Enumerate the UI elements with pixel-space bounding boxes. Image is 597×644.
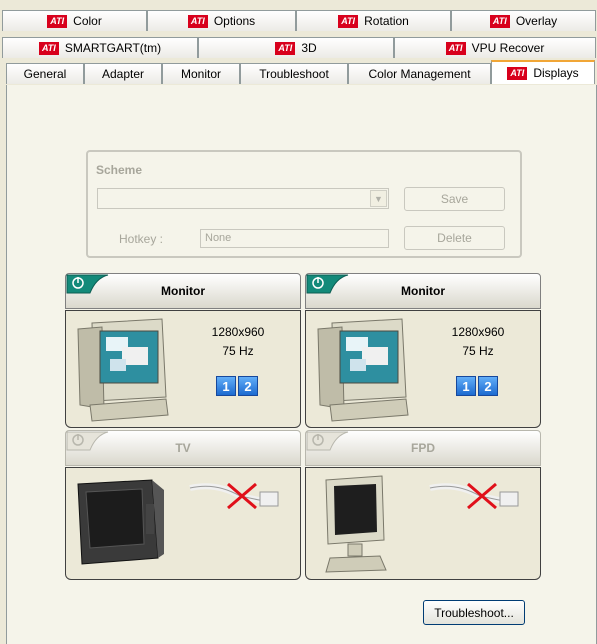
refresh-rate-text: 75 Hz — [222, 344, 254, 358]
ati-logo-icon: ATI — [338, 14, 359, 28]
tab-vpu-recover[interactable]: ATI VPU Recover — [394, 37, 596, 58]
device-header[interactable]: TV — [65, 430, 301, 466]
device-name: TV — [175, 441, 191, 455]
hotkey-field[interactable]: None — [200, 229, 389, 248]
delete-button[interactable]: Delete — [404, 226, 505, 250]
crt-monitor-icon — [317, 318, 409, 422]
tab-label: Options — [213, 14, 256, 28]
resolution-text: 1280x960 — [211, 325, 265, 339]
tab-color[interactable]: ATI Color — [2, 10, 147, 31]
tab-label: Rotation — [364, 14, 409, 28]
tab-label: Overlay — [515, 14, 558, 28]
device-header[interactable]: Monitor — [305, 273, 541, 309]
ati-logo-icon: ATI — [445, 41, 466, 55]
troubleshoot-button[interactable]: Troubleshoot... — [423, 600, 525, 625]
tab-3d[interactable]: ATI 3D — [198, 37, 394, 58]
tab-label: Color Management — [368, 67, 471, 81]
tab-label: Monitor — [180, 67, 221, 81]
disconnected-cable-icon — [429, 482, 519, 510]
device-body: 1280x960 75 Hz 1 2 — [65, 310, 301, 428]
tab-label: General — [23, 67, 67, 81]
tab-label: Adapter — [101, 67, 145, 81]
tab-label: Displays — [533, 66, 579, 80]
ati-logo-icon: ATI — [187, 14, 208, 28]
display-badge-1: 1 — [216, 376, 236, 396]
power-toggle-icon[interactable] — [306, 431, 350, 451]
tab-row-1: ATI Color ATI Options ATI Rotation ATI Overl… — [2, 10, 596, 31]
chevron-down-icon[interactable]: ▼ — [370, 190, 387, 207]
device-name: Monitor — [161, 284, 205, 298]
tab-rotation[interactable]: ATI Rotation — [296, 10, 451, 31]
tv-icon — [77, 479, 164, 565]
device-body — [65, 467, 301, 580]
tab-options[interactable]: ATI Options — [147, 10, 296, 31]
scheme-dropdown[interactable]: ▼ — [97, 188, 389, 209]
power-toggle-icon[interactable] — [66, 274, 110, 294]
ati-logo-icon: ATI — [275, 41, 296, 55]
tab-label: SMARTGART(tm) — [64, 41, 162, 55]
tab-label: Color — [73, 14, 102, 28]
tab-row-3: General Adapter Monitor Troubleshoot Col… — [6, 60, 595, 84]
tab-displays[interactable]: ATI Displays — [491, 60, 595, 84]
display-badge-2: 2 — [238, 376, 258, 396]
tab-label: VPU Recover — [471, 41, 545, 55]
device-body: 1280x960 75 Hz 1 2 — [305, 310, 541, 428]
crt-monitor-icon — [77, 318, 169, 422]
scheme-title: Scheme — [96, 163, 143, 177]
display-badge-2: 2 — [478, 376, 498, 396]
tab-general[interactable]: General — [6, 63, 84, 84]
tab-smartgart[interactable]: ATI SMARTGART(tm) — [2, 37, 198, 58]
resolution-text: 1280x960 — [451, 325, 505, 339]
display-mode: 1280x960 75 Hz — [198, 323, 278, 361]
device-header[interactable]: FPD — [305, 430, 541, 466]
hotkey-label: Hotkey : — [119, 232, 164, 246]
device-header[interactable]: Monitor — [65, 273, 301, 309]
tab-color-management[interactable]: Color Management — [348, 63, 491, 84]
tab-troubleshoot[interactable]: Troubleshoot — [240, 63, 348, 84]
device-name: Monitor — [401, 284, 445, 298]
tab-row-2: ATI SMARTGART(tm) ATI 3D ATI VPU Recover — [2, 37, 596, 58]
ati-logo-icon: ATI — [38, 41, 59, 55]
device-name: FPD — [411, 441, 435, 455]
flat-panel-icon — [325, 475, 387, 573]
disconnected-cable-icon — [189, 482, 279, 510]
tab-label: Troubleshoot — [259, 67, 329, 81]
save-button[interactable]: Save — [404, 187, 505, 211]
power-toggle-icon[interactable] — [306, 274, 350, 294]
refresh-rate-text: 75 Hz — [462, 344, 494, 358]
tab-adapter[interactable]: Adapter — [84, 63, 162, 84]
ati-logo-icon: ATI — [507, 66, 528, 80]
ati-logo-icon: ATI — [47, 14, 68, 28]
device-body — [305, 467, 541, 580]
tab-monitor[interactable]: Monitor — [162, 63, 240, 84]
tab-overlay[interactable]: ATI Overlay — [451, 10, 596, 31]
tab-label: 3D — [301, 41, 317, 55]
ati-logo-icon: ATI — [489, 14, 510, 28]
power-toggle-icon[interactable] — [66, 431, 110, 451]
display-badge-1: 1 — [456, 376, 476, 396]
display-mode: 1280x960 75 Hz — [438, 323, 518, 361]
